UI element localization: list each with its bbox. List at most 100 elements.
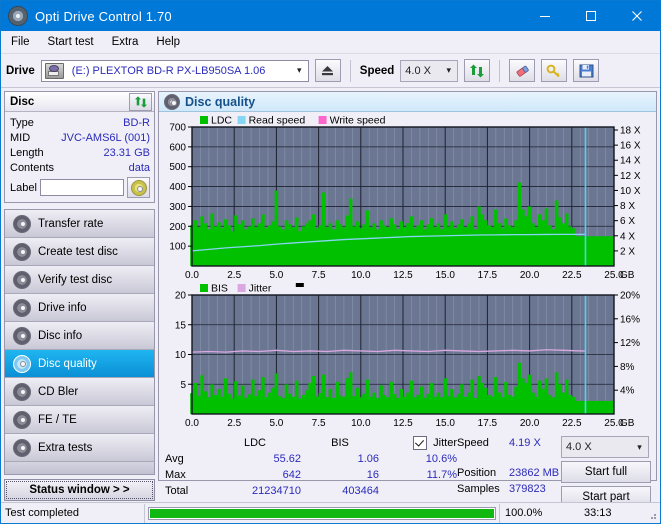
menu-start-test[interactable]: Start test [48,36,94,48]
progress-percent: 100.0% [499,503,584,523]
svg-text:22.5: 22.5 [562,270,582,280]
svg-text:10: 10 [175,350,187,361]
drive-label: Drive [6,64,35,77]
svg-text:16 X: 16 X [620,141,641,152]
svg-text:16%: 16% [620,314,640,325]
test-speed-select[interactable]: 4.0 X ▾ [561,436,649,458]
svg-text:14 X: 14 X [620,156,641,167]
disc-mid-value: JVC-AMS6L (001) [61,131,150,144]
sidebar-item-label: Drive info [38,301,87,314]
drive-select[interactable]: (E:) PLEXTOR BD-R PX-LB950SA 1.06 ▾ [40,59,309,82]
sidebar-item-disc-info[interactable]: Disc info [5,322,154,350]
sidebar-item-label: Disc quality [38,357,97,370]
column-header-jitter: Jitter [433,437,457,449]
disc-label-button[interactable] [127,177,150,198]
window-controls [522,1,660,31]
sidebar-item-drive-info[interactable]: Drive info [5,294,154,322]
svg-text:7.5: 7.5 [312,418,326,429]
disc-label-row: Label [10,177,150,198]
sidebar-item-cd-bler[interactable]: CD Bler [5,378,154,406]
sidebar-item-verify-test-disc[interactable]: Verify test disc [5,266,154,294]
disc-type-label: Type [10,116,34,129]
progress-track [148,506,496,520]
menu-help[interactable]: Help [156,36,180,48]
svg-text:300: 300 [169,202,186,213]
samples-label: Samples [457,483,500,495]
disc-icon [164,93,180,110]
svg-text:20%: 20% [620,291,640,302]
disc-label-input[interactable] [39,179,124,196]
disc-icon [13,438,31,457]
svg-text:0.0: 0.0 [185,418,199,429]
refresh-button[interactable] [464,59,491,82]
sidebar-item-create-test-disc[interactable]: Create test disc [5,238,154,266]
position-readout: Position 23862 MB [457,465,561,481]
speed-readout-value: 4.19 X [509,437,541,449]
svg-text:LDC: LDC [211,115,232,127]
maximize-button[interactable] [568,1,614,31]
disc-contents-label: Contents [10,161,55,174]
svg-text:10.0: 10.0 [351,418,371,429]
page-title: Disc quality [185,94,256,109]
controls-area: Speed 4.19 X Position 23862 MB Samples 3… [457,435,652,511]
close-button[interactable] [614,1,660,31]
sidebar-item-fe-te[interactable]: FE / TE [5,406,154,434]
row-label-max: Max [165,469,186,481]
title-bar: Opti Drive Control 1.70 [1,1,660,31]
menu-file[interactable]: File [11,36,30,48]
save-button[interactable] [573,59,600,82]
samples-readout: Samples 379823 [457,481,561,497]
disc-row-contents: Contents data [10,160,150,175]
chevron-down-icon: ▾ [297,65,302,75]
jitter-checkbox[interactable] [413,436,428,450]
table-row: Total 21234710 403464 [165,483,457,499]
charts-area: 100 200 300 400 500 600 700 2 X 4 X 6 X 8 X 10 X 12 … [159,112,656,432]
max-bis-value: 16 [366,469,379,481]
status-window-button[interactable]: Status window > > [4,479,155,501]
total-bis-value: 403464 [342,485,379,497]
sidebar-item-extra-tests[interactable]: Extra tests [5,434,154,462]
sidebar-item-disc-quality[interactable]: Disc quality [5,350,154,378]
drive-icon [44,62,64,79]
start-full-button[interactable]: Start full [561,461,651,483]
status-text: Test completed [1,503,145,523]
menu-extra[interactable]: Extra [112,36,139,48]
samples-value: 379823 [509,483,546,495]
disc-icon [13,326,31,345]
disc-length-value: 23.31 GB [103,146,150,159]
sidebar-item-label: Verify test disc [38,273,113,286]
disc-refresh-button[interactable] [129,92,152,111]
menu-bar: File Start test Extra Help [1,31,660,54]
erase-button[interactable] [509,59,536,82]
minimize-button[interactable] [522,1,568,31]
sidebar-filler [5,462,154,474]
disc-icon [13,242,31,261]
row-label-avg: Avg [165,453,184,465]
drive-toolbar: Drive (E:) PLEXTOR BD-R PX-LB950SA 1.06 … [1,54,660,88]
sidebar-nav: Transfer rate Create test disc Verify te… [4,209,155,475]
disc-label-caption: Label [10,181,37,194]
svg-text:5.0: 5.0 [269,270,283,280]
svg-text:Jitter: Jitter [249,283,272,295]
disc-length-label: Length [10,146,44,159]
svg-text:6 X: 6 X [620,216,635,227]
speed-select[interactable]: 4.0 X ▾ [400,59,459,82]
max-jitter-value: 11.7% [426,469,457,481]
svg-text:8%: 8% [620,362,635,373]
svg-text:7.5: 7.5 [312,270,326,280]
sidebar-item-label: Extra tests [38,441,93,454]
avg-jitter-value: 10.6% [425,453,457,465]
svg-text:10.0: 10.0 [351,270,371,280]
svg-text:500: 500 [169,162,186,173]
disc-quality-header: Disc quality [159,92,656,112]
svg-text:BIS: BIS [211,283,228,295]
svg-text:15.0: 15.0 [435,270,455,280]
eject-button[interactable] [314,59,341,82]
disc-mid-label: MID [10,131,31,144]
disc-label-icon [130,179,147,196]
svg-text:GB: GB [620,418,635,429]
disc-icon [13,214,31,233]
key-button[interactable] [541,59,568,82]
chevron-down-icon: ▾ [637,441,642,452]
sidebar-item-transfer-rate[interactable]: Transfer rate [5,210,154,238]
